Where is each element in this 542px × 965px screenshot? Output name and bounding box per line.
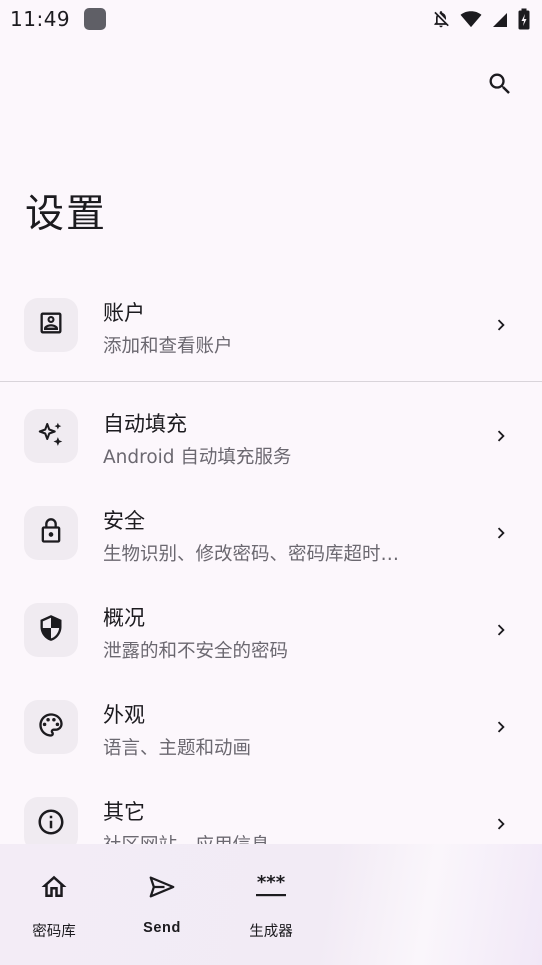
settings-list: 账户 添加和查看账户 自动填充 Android 自动填充服务 安全 生物识别、修… (0, 276, 542, 844)
send-icon (145, 870, 179, 904)
chevron-right-icon (490, 619, 512, 641)
settings-item-other[interactable]: 其它 社区网站、应用信息 (0, 775, 542, 844)
security-icon-tile (24, 506, 78, 560)
settings-item-title: 外观 (103, 703, 145, 727)
nav-item-generator[interactable]: *** 生成器 (226, 870, 316, 950)
settings-item-title: 概况 (103, 606, 145, 630)
autofill-icon-tile (24, 409, 78, 463)
settings-item-title: 其它 (103, 800, 145, 824)
nav-label: 生成器 (249, 924, 293, 940)
bell-off-icon (431, 9, 451, 29)
status-time: 11:49 (10, 7, 71, 31)
nav-item-vault[interactable]: 密码库 (9, 870, 99, 950)
nav-label: 密码库 (32, 924, 76, 940)
settings-item-subtitle: 添加和查看账户 (103, 336, 233, 357)
overview-icon-tile (24, 603, 78, 657)
account-box-icon (37, 309, 65, 341)
settings-item-subtitle: Android 自动填充服务 (103, 447, 292, 468)
chevron-right-icon (490, 813, 512, 835)
divider (0, 381, 542, 382)
palette-icon (37, 711, 65, 743)
sparkle-icon (36, 419, 66, 453)
search-button[interactable] (478, 64, 522, 108)
chevron-right-icon (490, 314, 512, 336)
wifi-icon (460, 9, 482, 29)
search-icon (486, 70, 514, 102)
nav-label: Send (143, 920, 181, 936)
chevron-right-icon (490, 716, 512, 738)
bottom-nav: 密码库 Send *** 生成器 (0, 844, 542, 965)
chevron-right-icon (490, 425, 512, 447)
password-generator-icon: *** (254, 870, 288, 904)
home-icon (37, 870, 71, 904)
account-icon-tile (24, 298, 78, 352)
settings-item-account[interactable]: 账户 添加和查看账户 (0, 276, 542, 382)
battery-charging-icon (518, 8, 530, 30)
settings-item-subtitle: 生物识别、修改密码、密码库超时… (103, 544, 400, 565)
svg-text:***: *** (257, 872, 286, 893)
settings-item-security[interactable]: 安全 生物识别、修改密码、密码库超时… (0, 484, 542, 581)
shield-icon (37, 614, 65, 646)
lock-icon (37, 517, 65, 549)
page-title: 设置 (25, 192, 108, 237)
settings-item-subtitle: 社区网站、应用信息 (103, 831, 448, 844)
settings-item-autofill[interactable]: 自动填充 Android 自动填充服务 (0, 387, 542, 484)
appearance-icon-tile (24, 700, 78, 754)
chevron-right-icon (490, 522, 512, 544)
settings-item-title: 账户 (103, 301, 145, 325)
settings-item-title: 自动填充 (103, 412, 187, 436)
settings-item-title: 安全 (103, 509, 145, 533)
nav-item-send[interactable]: Send (117, 870, 207, 950)
status-bar: 11:49 (0, 0, 542, 38)
app-notification-icon (84, 8, 107, 30)
settings-item-subtitle: 泄露的和不安全的密码 (103, 641, 289, 662)
settings-item-overview[interactable]: 概况 泄露的和不安全的密码 (0, 581, 542, 678)
info-icon (36, 807, 66, 841)
other-icon-tile (24, 797, 78, 844)
settings-item-subtitle: 语言、主题和动画 (103, 738, 252, 759)
signal-icon (491, 9, 509, 29)
settings-item-appearance[interactable]: 外观 语言、主题和动画 (0, 678, 542, 775)
